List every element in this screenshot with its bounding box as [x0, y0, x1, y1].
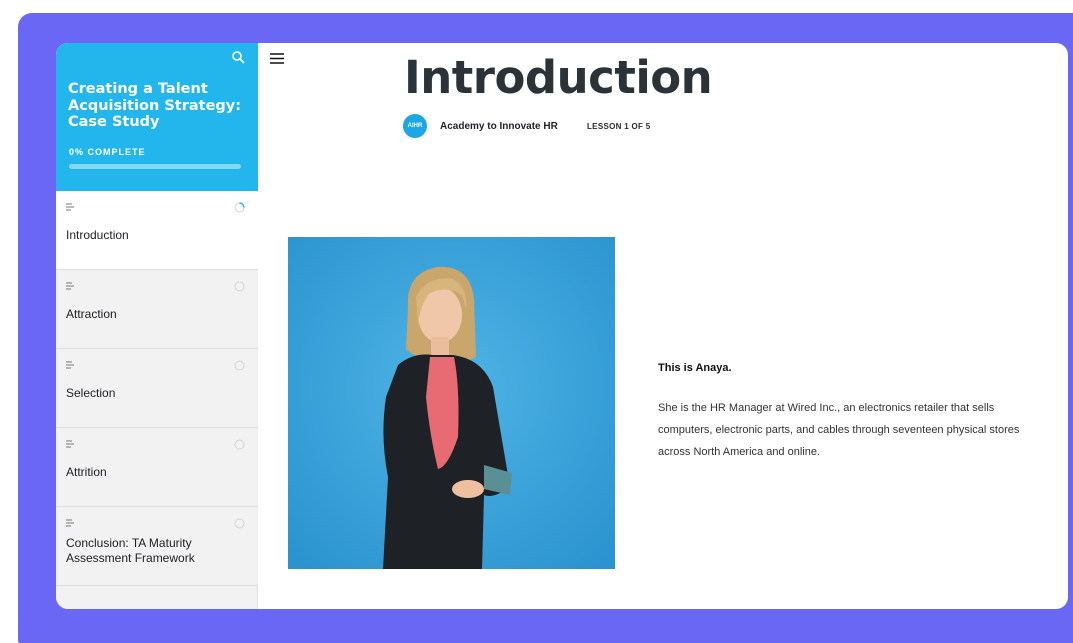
- sidebar-item-introduction[interactable]: Introduction: [56, 191, 258, 270]
- lesson-title: Introduction: [404, 51, 713, 104]
- not-started-icon: [234, 518, 245, 529]
- anaya-portrait-image: [288, 237, 615, 569]
- sidebar-item-selection[interactable]: Selection: [56, 349, 258, 428]
- sidebar-item-attrition[interactable]: Attrition: [56, 428, 258, 507]
- not-started-icon: [234, 439, 245, 450]
- progress-label: 0% COMPLETE: [69, 147, 146, 157]
- sidebar-item-label: Conclusion: TA Maturity Assessment Frame…: [66, 536, 195, 565]
- course-player: Creating a Talent Acquisition Strategy: …: [56, 43, 1068, 609]
- sidebar-item-label: Attraction: [66, 307, 117, 321]
- sidebar-header: Creating a Talent Acquisition Strategy: …: [56, 43, 258, 191]
- text-lines-icon: [66, 203, 74, 211]
- sidebar-item-label: Attrition: [66, 465, 107, 479]
- hamburger-menu-icon[interactable]: [270, 53, 284, 64]
- not-started-icon: [234, 281, 245, 292]
- sidebar-item-label: Introduction: [66, 228, 129, 242]
- content-heading: This is Anaya.: [658, 362, 732, 374]
- text-lines-icon: [66, 282, 74, 290]
- course-title: Creating a Talent Acquisition Strategy: …: [68, 81, 242, 130]
- sidebar-item-label: Selection: [66, 386, 116, 400]
- text-lines-icon: [66, 519, 74, 527]
- sidebar-item-conclusion[interactable]: Conclusion: TA Maturity Assessment Frame…: [56, 507, 258, 586]
- lesson-counter: LESSON 1 OF 5: [587, 122, 651, 131]
- search-icon[interactable]: [231, 50, 245, 64]
- text-lines-icon: [66, 440, 74, 448]
- content-paragraph: She is the HR Manager at Wired Inc., an …: [658, 402, 1020, 458]
- text-lines-icon: [66, 361, 74, 369]
- in-progress-icon: [234, 202, 245, 213]
- not-started-icon: [234, 360, 245, 371]
- sidebar-item-attraction[interactable]: Attraction: [56, 270, 258, 349]
- author-logo: AIHR: [403, 114, 427, 138]
- progress-bar: [69, 164, 241, 169]
- author-name: Academy to Innovate HR: [440, 121, 558, 132]
- course-sidebar: Creating a Talent Acquisition Strategy: …: [56, 43, 258, 609]
